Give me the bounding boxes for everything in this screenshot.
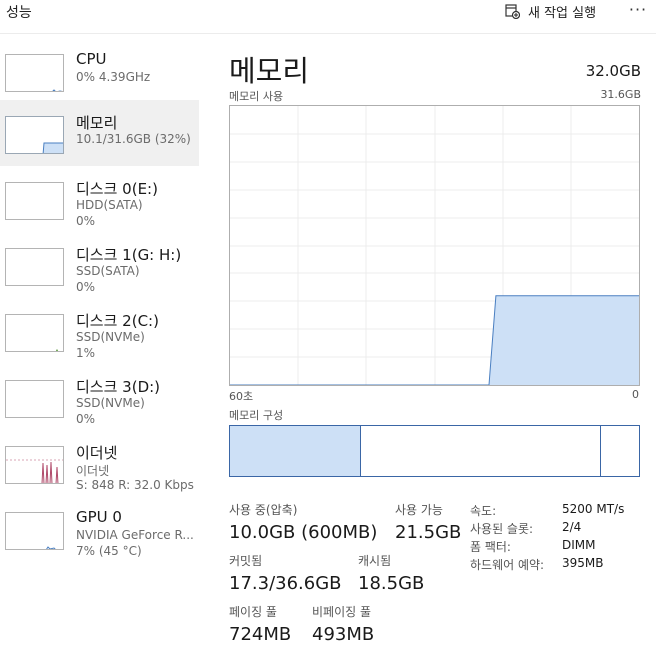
sidebar-item-label: 디스크 3(D:) <box>76 378 161 396</box>
slots-value: 2/4 <box>562 520 582 534</box>
sidebar-item-ethernet[interactable]: 이더넷 이더넷 S: 848 R: 32.0 Kbps <box>0 430 199 496</box>
sidebar-item-usage: 7% (45 °C) <box>76 544 142 558</box>
sidebar-item-disk-3[interactable]: 디스크 3(D:) SSD(NVMe) 0% <box>0 364 199 430</box>
disk-3-thumbnail-graph <box>5 380 64 418</box>
header-bar: 성능 새 작업 실행 ··· <box>0 0 656 34</box>
form-factor-value: DIMM <box>562 538 596 552</box>
gpu-0-thumbnail-graph <box>5 512 64 550</box>
hardware-reserved-value: 395MB <box>562 556 604 570</box>
paged-pool-label: 페이징 풀 <box>229 605 277 619</box>
composition-free <box>601 426 639 476</box>
run-new-task-label: 새 작업 실행 <box>528 5 597 21</box>
sidebar-item-usage: 0% <box>76 280 96 294</box>
sidebar-item-usage: 1% <box>76 346 96 360</box>
ethernet-thumbnail-graph <box>5 446 64 484</box>
committed-label: 커밋됨 <box>229 554 263 568</box>
memory-usage-graph <box>230 106 639 386</box>
page-title: 성능 <box>6 5 32 21</box>
cached-value: 18.5GB <box>358 573 425 594</box>
memory-composition-bar <box>229 425 640 477</box>
memory-usage-chart <box>229 105 640 386</box>
sidebar-item-usage: 0% <box>76 412 96 426</box>
form-factor-key: 폼 팩터: <box>470 540 511 554</box>
new-task-icon <box>505 3 520 19</box>
sidebar-item-label: 디스크 0(E:) <box>76 180 158 198</box>
sidebar-item-detail: SSD(NVMe) <box>76 330 145 344</box>
sidebar-item-usage: 0% <box>76 214 96 228</box>
cpu-thumbnail-graph <box>5 54 64 92</box>
sidebar-item-label: 디스크 1(G: H:) <box>76 246 182 264</box>
speed-value: 5200 MT/s <box>562 502 625 516</box>
axis-label-right: 0 <box>632 388 639 401</box>
available-value: 21.5GB <box>395 522 462 543</box>
run-new-task-button[interactable]: 새 작업 실행 <box>505 0 596 22</box>
sidebar-item-detail: HDD(SATA) <box>76 198 143 212</box>
sidebar-item-gpu-0[interactable]: GPU 0 NVIDIA GeForce R... 7% (45 °C) <box>0 496 199 562</box>
sidebar-item-detail: SSD(SATA) <box>76 264 140 278</box>
sidebar-item-disk-2[interactable]: 디스크 2(C:) SSD(NVMe) 1% <box>0 298 199 364</box>
sidebar-item-detail: SSD(NVMe) <box>76 396 145 410</box>
in-use-value: 10.0GB (600MB) <box>229 522 378 543</box>
composition-in-use <box>230 426 361 476</box>
sidebar-item-label: 이더넷 <box>76 444 118 462</box>
sidebar-item-label: 디스크 2(C:) <box>76 312 159 330</box>
committed-value: 17.3/36.6GB <box>229 573 342 594</box>
sidebar-item-usage: S: 848 R: 32.0 Kbps <box>76 478 194 492</box>
in-use-label: 사용 중(압축) <box>229 503 298 517</box>
nonpaged-pool-label: 비페이징 풀 <box>312 605 372 619</box>
usage-chart-label: 메모리 사용 <box>229 90 284 103</box>
nonpaged-pool-value: 493MB <box>312 624 375 645</box>
sidebar-item-label: GPU 0 <box>76 508 122 526</box>
sidebar-item-label: CPU <box>76 50 107 68</box>
usage-chart-max: 31.6GB <box>600 88 641 101</box>
memory-thumbnail-graph <box>5 116 64 154</box>
sidebar-item-detail: NVIDIA GeForce R... <box>76 528 194 542</box>
paged-pool-value: 724MB <box>229 624 292 645</box>
cached-label: 캐시됨 <box>358 554 392 568</box>
sidebar-item-detail: 0% 4.39GHz <box>76 70 151 84</box>
total-memory: 32.0GB <box>585 62 641 80</box>
speed-key: 속도: <box>470 504 497 518</box>
axis-label-left: 60초 <box>229 390 254 403</box>
sidebar-item-detail: 이더넷 <box>76 464 110 478</box>
sidebar-item-label: 메모리 <box>76 114 118 132</box>
sidebar-item-cpu[interactable]: CPU 0% 4.39GHz <box>0 38 199 104</box>
composition-label: 메모리 구성 <box>229 409 284 422</box>
disk-1-thumbnail-graph <box>5 248 64 286</box>
sidebar-item-disk-0[interactable]: 디스크 0(E:) HDD(SATA) 0% <box>0 166 199 232</box>
hardware-reserved-key: 하드웨어 예약: <box>470 558 545 572</box>
more-options-button[interactable]: ··· <box>626 0 650 22</box>
panel-title: 메모리 <box>229 54 310 88</box>
composition-standby <box>361 426 601 476</box>
sidebar-item-memory[interactable]: 메모리 10.1/31.6GB (32%) <box>0 100 199 166</box>
disk-2-thumbnail-graph <box>5 314 64 352</box>
sidebar-item-disk-1[interactable]: 디스크 1(G: H:) SSD(SATA) 0% <box>0 232 199 298</box>
sidebar-item-detail: 10.1/31.6GB (32%) <box>76 132 191 146</box>
slots-key: 사용된 슬롯: <box>470 522 534 536</box>
disk-0-thumbnail-graph <box>5 182 64 220</box>
available-label: 사용 가능 <box>395 503 443 517</box>
